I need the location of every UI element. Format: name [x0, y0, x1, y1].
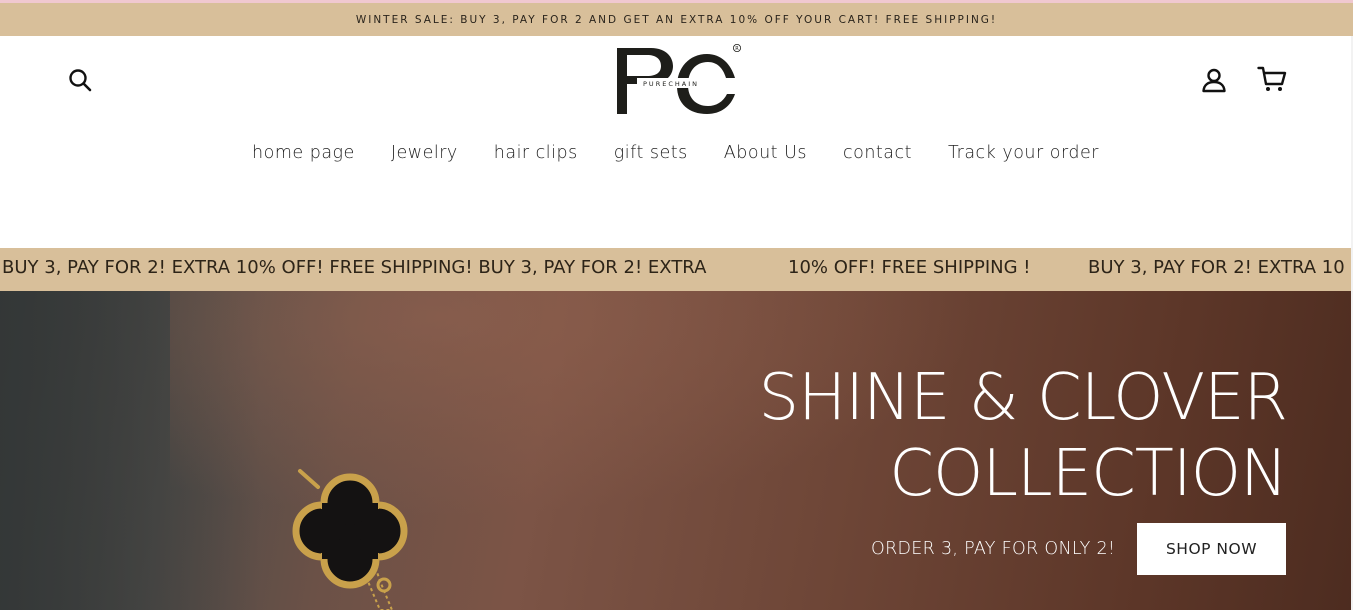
hero-title: SHINE & CLOVER COLLECTION [667, 360, 1288, 512]
nav-item-contact[interactable]: contact [843, 143, 912, 171]
logo-wordmark: PURECHAIN [643, 80, 699, 88]
search-button[interactable] [66, 66, 94, 94]
hero-subtitle: ORDER 3, PAY FOR ONLY 2! [871, 539, 1116, 559]
shop-now-button[interactable]: SHOP NOW [1137, 523, 1286, 575]
marquee-segment: BUY 3, PAY FOR 2! EXTRA 10 [1088, 257, 1345, 278]
cart-icon [1257, 66, 1287, 91]
nav-item-jewelry[interactable]: Jewelry [391, 143, 458, 171]
announcement-bar: WINTER SALE: BUY 3, PAY FOR 2 AND GET AN… [0, 3, 1353, 36]
marquee-segment: 10% OFF! FREE SHIPPING ! [788, 257, 1031, 278]
account-button[interactable] [1200, 66, 1228, 94]
user-icon [1202, 68, 1226, 93]
announcement-text: WINTER SALE: BUY 3, PAY FOR 2 AND GET AN… [355, 13, 998, 26]
promo-marquee: BUY 3, PAY FOR 2! EXTRA 10% OFF! FREE SH… [0, 248, 1351, 291]
nav-item-about-us[interactable]: About Us [724, 143, 807, 171]
main-nav: home page Jewelry hair clips gift sets A… [0, 143, 1351, 171]
site-logo[interactable]: PURECHAIN R [611, 42, 745, 120]
nav-item-home-page[interactable]: home page [252, 143, 355, 171]
nav-item-track-order[interactable]: Track your order [948, 143, 1099, 171]
marquee-segment: BUY 3, PAY FOR 2! EXTRA 10% OFF! FREE SH… [2, 257, 707, 278]
nav-item-gift-sets[interactable]: gift sets [614, 143, 688, 171]
svg-text:R: R [735, 46, 739, 52]
nav-item-hair-clips[interactable]: hair clips [494, 143, 578, 171]
cart-button[interactable] [1256, 64, 1288, 94]
purechain-logo-mark: PURECHAIN R [617, 44, 742, 114]
search-icon [69, 69, 92, 92]
hero-title-line1: SHINE & CLOVER [758, 361, 1288, 435]
hero-title-line2: COLLECTION [889, 437, 1288, 511]
